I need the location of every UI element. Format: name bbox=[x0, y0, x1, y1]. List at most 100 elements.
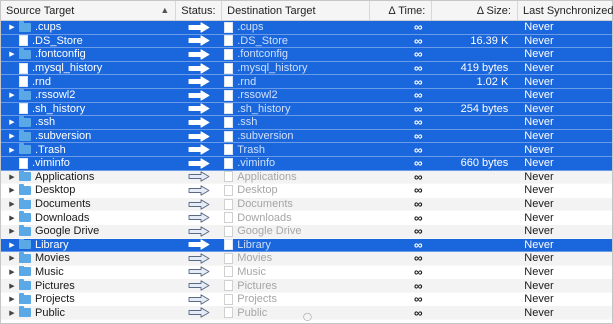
source-cell: ▶ Downloads bbox=[1, 211, 176, 224]
document-icon bbox=[224, 266, 234, 278]
disclosure-triangle-icon[interactable]: ▶ bbox=[7, 295, 17, 303]
status-cell[interactable] bbox=[176, 103, 222, 116]
status-cell[interactable] bbox=[176, 171, 222, 184]
disclosure-triangle-icon[interactable]: ▶ bbox=[7, 254, 17, 262]
destination-cell: .rssowl2 bbox=[222, 89, 370, 102]
delta-size-cell bbox=[433, 48, 519, 61]
disclosure-triangle-icon[interactable]: ▶ bbox=[7, 227, 17, 235]
column-header-delta-time[interactable]: Δ Time: bbox=[370, 1, 433, 20]
status-cell[interactable] bbox=[176, 293, 222, 306]
source-cell: ▶.DS_Store bbox=[1, 35, 176, 48]
status-cell[interactable] bbox=[176, 21, 222, 34]
status-cell[interactable] bbox=[176, 306, 222, 319]
delta-size-cell bbox=[433, 252, 519, 265]
column-header-last-sync-label: Last Synchronized: bbox=[522, 4, 613, 17]
destination-name: Google Drive bbox=[237, 225, 302, 238]
disclosure-triangle-icon[interactable]: ▶ bbox=[7, 91, 17, 99]
table-row[interactable]: ▶ Projects Projects ∞ Never bbox=[1, 292, 612, 307]
table-row[interactable]: ▶ Documents Documents ∞ Never bbox=[1, 197, 612, 212]
folder-icon bbox=[19, 211, 31, 223]
destination-name: Pictures bbox=[237, 279, 277, 292]
column-header-status[interactable]: Status: bbox=[176, 1, 223, 20]
delta-time-cell: ∞ bbox=[370, 279, 433, 292]
status-cell[interactable] bbox=[176, 130, 222, 143]
table-row[interactable]: ▶ Library Library ∞ Never bbox=[1, 238, 612, 253]
table-row[interactable]: ▶ .ssh .ssh ∞ Never bbox=[1, 116, 612, 130]
delta-time-cell: ∞ bbox=[370, 21, 433, 34]
document-icon bbox=[224, 130, 234, 142]
table-row[interactable]: ▶.sh_history.sh_history∞254 bytesNever bbox=[1, 102, 612, 117]
source-cell: ▶ Pictures bbox=[1, 279, 176, 292]
table-row[interactable]: ▶ .cups .cups ∞ Never bbox=[1, 21, 612, 35]
table-row[interactable]: ▶ Google Drive Google Drive ∞ Never bbox=[1, 224, 612, 239]
column-header-last-sync[interactable]: Last Synchronized: bbox=[518, 1, 613, 20]
status-cell[interactable] bbox=[176, 198, 222, 211]
table-row[interactable]: ▶.viminfo.viminfo∞660 bytesNever bbox=[1, 156, 612, 171]
delta-time-cell: ∞ bbox=[370, 266, 433, 279]
disclosure-triangle-icon[interactable]: ▶ bbox=[7, 214, 17, 222]
column-header-source[interactable]: Source Target ▲ bbox=[1, 1, 177, 20]
disclosure-triangle-icon[interactable]: ▶ bbox=[7, 50, 17, 58]
resize-handle-icon[interactable]: ◯ bbox=[303, 312, 312, 321]
table-row[interactable]: ▶ .Trash Trash ∞ Never bbox=[1, 143, 612, 157]
last-sync-value: Never bbox=[524, 279, 554, 292]
status-cell[interactable] bbox=[176, 143, 222, 156]
status-cell[interactable] bbox=[176, 89, 222, 102]
disclosure-triangle-icon[interactable]: ▶ bbox=[7, 200, 17, 208]
disclosure-triangle-icon[interactable]: ▶ bbox=[7, 186, 17, 194]
table-row[interactable]: ▶ Music Music ∞ Never bbox=[1, 265, 612, 280]
sync-arrow-icon bbox=[188, 212, 210, 223]
status-cell[interactable] bbox=[176, 62, 222, 75]
table-row[interactable]: ▶.rnd.rnd∞1.02 KNever bbox=[1, 75, 612, 89]
disclosure-triangle-icon[interactable]: ▶ bbox=[7, 309, 17, 317]
table-row[interactable]: ▶ .subversion .subversion ∞ Never bbox=[1, 129, 612, 144]
table-row[interactable]: ▶ Pictures Pictures ∞ Never bbox=[1, 279, 612, 293]
source-cell: ▶.rnd bbox=[1, 75, 176, 88]
sync-arrow-icon bbox=[188, 280, 210, 291]
status-cell[interactable] bbox=[176, 239, 222, 252]
sync-arrow-icon bbox=[188, 49, 210, 60]
sort-ascending-icon[interactable]: ▲ bbox=[160, 5, 169, 15]
disclosure-triangle-icon[interactable]: ▶ bbox=[7, 23, 17, 31]
last-sync-cell: Never bbox=[518, 239, 612, 252]
folder-icon bbox=[19, 292, 31, 304]
status-cell[interactable] bbox=[176, 279, 222, 292]
table-row[interactable]: ▶.mysql_history.mysql_history∞419 bytesN… bbox=[1, 61, 612, 76]
status-cell[interactable] bbox=[176, 35, 222, 48]
status-cell[interactable] bbox=[176, 252, 222, 265]
status-cell[interactable] bbox=[176, 157, 222, 170]
table-row[interactable]: ▶.DS_Store.DS_Store∞16.39 KNever bbox=[1, 34, 612, 49]
delta-size-cell bbox=[433, 171, 519, 184]
disclosure-triangle-icon[interactable]: ▶ bbox=[7, 118, 17, 126]
document-icon bbox=[224, 116, 234, 128]
table-row[interactable]: ▶ Applications Applications ∞ Never bbox=[1, 170, 612, 185]
status-cell[interactable] bbox=[176, 116, 222, 129]
folder-icon bbox=[19, 224, 31, 236]
disclosure-triangle-icon[interactable]: ▶ bbox=[7, 241, 17, 249]
status-cell[interactable] bbox=[176, 184, 222, 197]
column-header-destination[interactable]: Destination Target bbox=[222, 1, 370, 20]
table-row[interactable]: ▶ Downloads Downloads ∞ Never bbox=[1, 211, 612, 225]
disclosure-triangle-icon[interactable]: ▶ bbox=[7, 132, 17, 140]
status-cell[interactable] bbox=[176, 225, 222, 238]
status-cell[interactable] bbox=[176, 266, 222, 279]
status-cell[interactable] bbox=[176, 211, 222, 224]
table-row[interactable]: ▶ Movies Movies ∞ Never bbox=[1, 252, 612, 266]
table-body: ▶.cups.cups∞Never▶.DS_Store.DS_Store∞16.… bbox=[1, 21, 612, 321]
table-row[interactable]: ▶ .rssowl2 .rssowl2 ∞ Never bbox=[1, 88, 612, 103]
disclosure-triangle-icon[interactable]: ▶ bbox=[7, 282, 17, 290]
table-row[interactable]: ▶ .fontconfig .fontconfig ∞ Never bbox=[1, 48, 612, 62]
delta-size-value: 1.02 K bbox=[476, 75, 509, 88]
delta-time-value: ∞ bbox=[414, 197, 423, 211]
status-cell[interactable] bbox=[176, 48, 222, 61]
disclosure-triangle-icon[interactable]: ▶ bbox=[7, 146, 17, 154]
delta-time-value: ∞ bbox=[414, 48, 423, 61]
sync-arrow-icon bbox=[188, 239, 210, 250]
disclosure-triangle-icon[interactable]: ▶ bbox=[7, 173, 17, 181]
destination-cell: Desktop bbox=[222, 184, 370, 197]
table-row[interactable]: ▶ Desktop Desktop ∞ Never bbox=[1, 184, 612, 198]
delta-time-value: ∞ bbox=[414, 129, 423, 143]
column-header-delta-size[interactable]: Δ Size: bbox=[432, 1, 518, 20]
disclosure-triangle-icon[interactable]: ▶ bbox=[7, 268, 17, 276]
status-cell[interactable] bbox=[176, 75, 222, 88]
